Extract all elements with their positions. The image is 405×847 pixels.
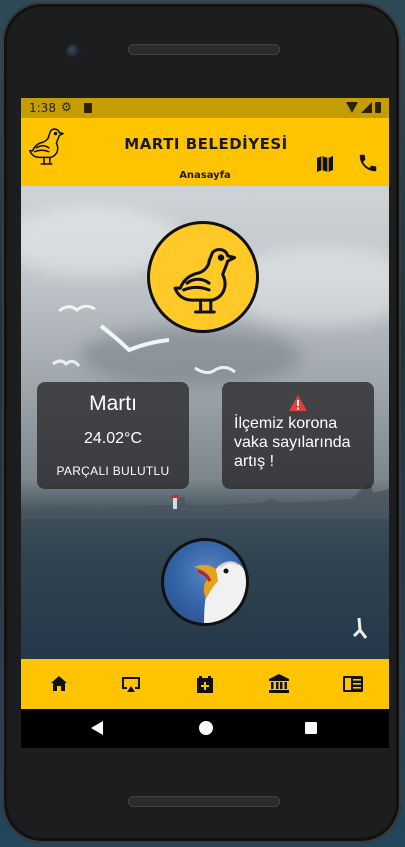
seagull-photo[interactable] — [161, 538, 249, 626]
flying-gull — [58, 304, 96, 313]
system-navigation-bar — [21, 709, 389, 748]
status-indicators — [346, 102, 381, 113]
phone-icon[interactable] — [357, 152, 379, 174]
wifi-icon — [346, 102, 358, 113]
seagull-head-image — [194, 561, 246, 623]
status-bar: 1:38 ⚙ — [21, 98, 389, 118]
seagull-icon — [173, 248, 237, 314]
page-subtitle: Anasayfa — [179, 170, 231, 181]
seagull-logo[interactable] — [27, 124, 65, 166]
bottom-speaker — [128, 796, 280, 807]
home-button[interactable] — [199, 721, 213, 735]
earpiece-speaker — [128, 44, 280, 55]
municipality-logo — [147, 221, 259, 333]
weather-temperature: 24.02°C — [84, 430, 142, 447]
warning-icon — [289, 395, 307, 411]
battery-icon — [375, 102, 381, 113]
app-bar: MARTI BELEDİYESİ Anasayfa — [21, 118, 389, 186]
screen: 1:38 ⚙ MARTI BELEDİYESİ Anasayfa Martı 2… — [21, 98, 389, 748]
signal-icon — [361, 102, 372, 113]
back-button[interactable] — [91, 721, 103, 735]
news-card[interactable]: İlçemiz korona vaka sayılarında artış ! — [222, 382, 374, 489]
flying-gull — [99, 324, 170, 353]
phone-frame: 1:38 ⚙ MARTI BELEDİYESİ Anasayfa Martı 2… — [2, 2, 401, 843]
weather-card[interactable]: Martı 24.02°C PARÇALI BULUTLU — [37, 382, 189, 489]
gear-icon: ⚙ — [61, 100, 72, 114]
flying-gull — [194, 365, 236, 375]
map-icon[interactable] — [315, 154, 335, 174]
sd-card-icon — [84, 103, 92, 113]
recents-button[interactable] — [305, 722, 317, 734]
app-title: MARTI BELEDİYESİ — [124, 135, 288, 153]
hero-background: Martı 24.02°C PARÇALI BULUTLU İlçemiz ko… — [21, 186, 389, 659]
status-time: 1:38 — [29, 101, 56, 115]
flying-gull — [352, 617, 368, 639]
weather-city: Martı — [89, 392, 137, 415]
home-icon[interactable] — [47, 672, 71, 696]
add-box-icon[interactable] — [193, 672, 217, 696]
news-text: İlçemiz korona vaka sayılarında artış ! — [234, 415, 351, 470]
flying-gull — [52, 359, 81, 367]
article-icon[interactable] — [341, 672, 365, 696]
account-balance-icon[interactable] — [267, 672, 291, 696]
cast-icon[interactable] — [119, 672, 143, 696]
front-camera — [66, 44, 81, 59]
weather-description: PARÇALI BULUTLU — [56, 464, 170, 478]
bottom-navigation — [21, 659, 389, 709]
